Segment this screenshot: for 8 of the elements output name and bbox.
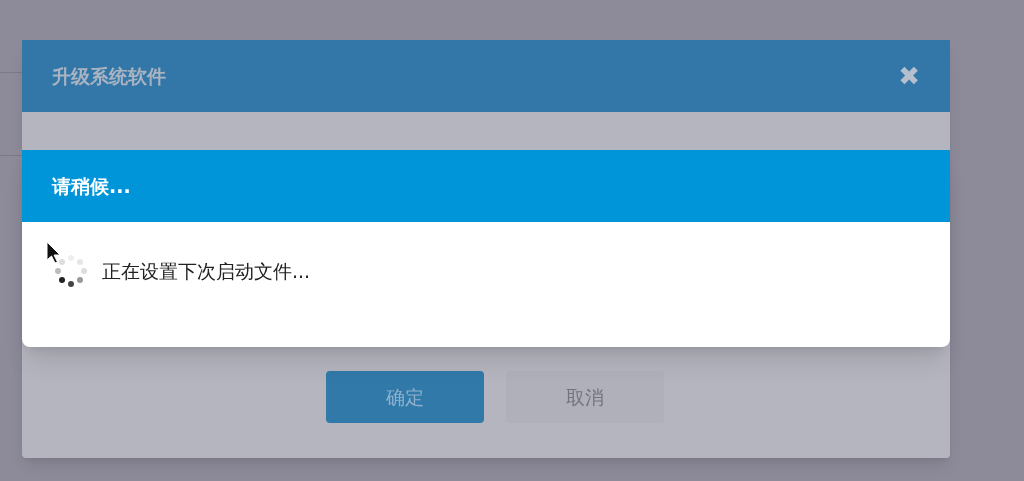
confirm-button[interactable]: 确定: [326, 371, 484, 423]
cancel-button[interactable]: 取消: [506, 371, 664, 423]
progress-title: 请稍候...: [52, 173, 131, 199]
dialog-title: 升级系统软件: [52, 63, 166, 89]
progress-message: 正在设置下次启动文件...: [102, 258, 311, 284]
close-button[interactable]: ✖: [898, 63, 920, 89]
loading-spinner-icon: [54, 254, 88, 288]
mouse-cursor-icon: [46, 241, 62, 265]
